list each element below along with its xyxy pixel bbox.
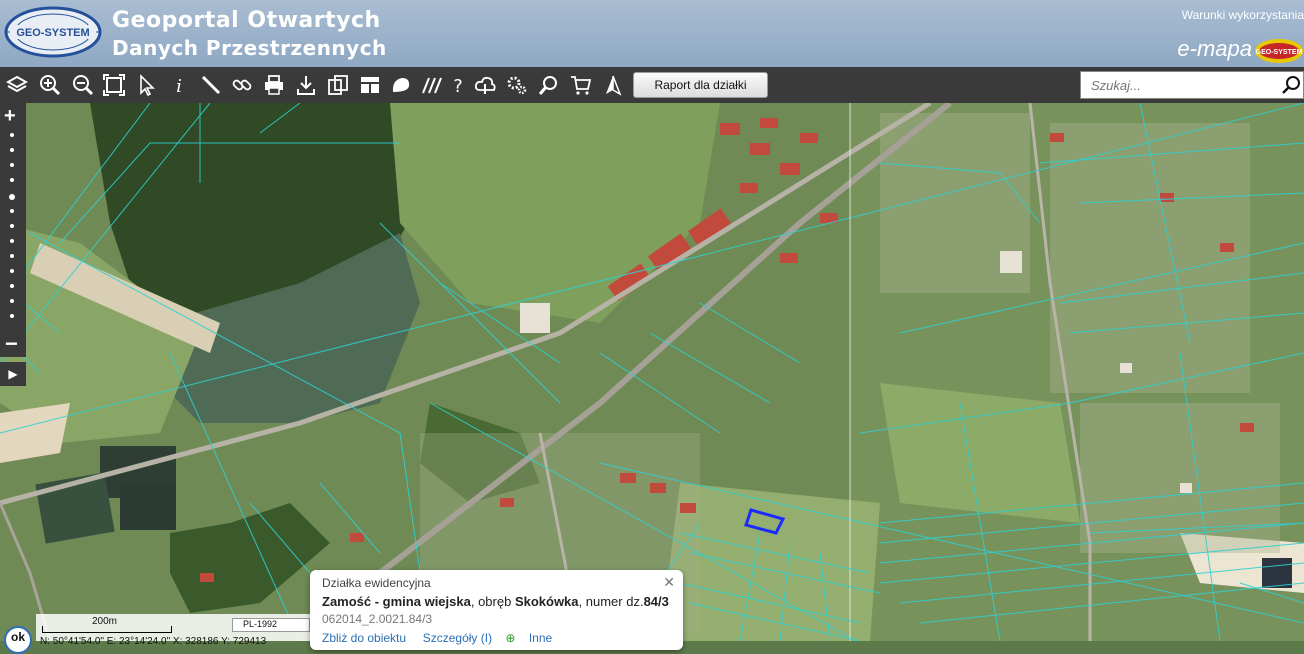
link-icon[interactable] — [229, 72, 255, 98]
parcel-id: 062014_2.0021.84/3 — [322, 612, 433, 626]
zoom-level-dot[interactable] — [10, 148, 14, 152]
settings-icon[interactable] — [504, 72, 530, 98]
svg-text:i: i — [176, 76, 182, 96]
measure-icon[interactable] — [198, 72, 224, 98]
zoom-level-dot[interactable] — [10, 133, 14, 137]
header: GEO-SYSTEM Geoportal Otwartych Danych Pr… — [0, 0, 1304, 67]
title-line-2: Danych Przestrzennych — [112, 36, 387, 60]
obreb-prefix: , obręb — [470, 594, 515, 609]
zoom-level-dot[interactable] — [10, 314, 14, 318]
coordinates-readout: N: 50°41'54.0" E: 23°14'24.0" X: 328186 … — [40, 636, 267, 647]
scale-box: 200m PL-1992 N: 50°41'54.0" E: 23°14'24.… — [36, 614, 316, 647]
zoom-plus-button[interactable]: + — [4, 105, 16, 128]
raport-button[interactable]: Raport dla działki — [633, 72, 768, 98]
emapa-logo: GEO-SYSTEM — [1255, 39, 1303, 63]
search-map-icon[interactable] — [536, 72, 562, 98]
cloud-icon[interactable] — [472, 72, 498, 98]
hatch-icon[interactable] — [419, 72, 445, 98]
zoom-minus-button[interactable]: − — [5, 331, 18, 357]
svg-text:?: ? — [453, 76, 463, 96]
zoom-level-dot[interactable] — [10, 224, 14, 228]
pointer-icon[interactable] — [134, 72, 160, 98]
export-icon[interactable] — [325, 72, 351, 98]
crs-select[interactable]: PL-1992 — [232, 618, 310, 632]
numer-prefix: , numer dz. — [578, 594, 644, 609]
map-canvas[interactable] — [0, 103, 1304, 641]
zoom-level-dot[interactable] — [10, 209, 14, 213]
zoom-out-icon[interactable] — [70, 72, 96, 98]
popup-links: Zbliż do obiektu Szczegóły (I) ⊕ Inne — [322, 631, 552, 645]
cart-icon[interactable] — [568, 72, 594, 98]
zoom-level-dot[interactable] — [10, 239, 14, 243]
layers-icon[interactable] — [4, 72, 30, 98]
ok-button[interactable]: ok — [4, 626, 32, 654]
zoom-level-dot[interactable] — [10, 284, 14, 288]
download-icon[interactable] — [293, 72, 319, 98]
compass-icon[interactable] — [600, 72, 626, 98]
map-view[interactable] — [0, 103, 1304, 641]
emapa-brand: e-mapa — [1177, 36, 1252, 61]
plus-circle-icon[interactable]: ⊕ — [505, 631, 515, 645]
help-icon[interactable]: ? — [445, 72, 471, 98]
terms-link[interactable]: Warunki wykorzystania — [1182, 8, 1304, 22]
zoom-level-dot[interactable] — [10, 178, 14, 182]
zoom-in-icon[interactable] — [37, 72, 63, 98]
print-icon[interactable] — [261, 72, 287, 98]
zoom-level-dot[interactable] — [10, 163, 14, 167]
expand-panel-button[interactable]: ▶ — [0, 362, 26, 386]
parcel-popup: Działka ewidencyjna ✕ Zamość - gmina wie… — [310, 570, 683, 650]
parcel-number: 84/3 — [643, 594, 669, 609]
zoom-level-dot[interactable] — [10, 254, 14, 258]
zoom-level-dot[interactable] — [10, 269, 14, 273]
layout-icon[interactable] — [357, 72, 383, 98]
parcel-description: Zamość - gmina wiejska, obręb Skokówka, … — [322, 594, 669, 609]
shape-icon[interactable] — [388, 72, 414, 98]
zoom-extent-icon[interactable] — [101, 72, 127, 98]
search-icon[interactable] — [1281, 75, 1301, 95]
other-link[interactable]: Inne — [529, 631, 552, 645]
toolbar: i ? Raport dla działki — [0, 67, 1304, 103]
search-box — [1080, 71, 1304, 99]
svg-text:GEO-SYSTEM: GEO-SYSTEM — [1256, 49, 1303, 56]
close-icon[interactable]: ✕ — [663, 574, 675, 591]
parcel-place: Zamość - gmina wiejska — [322, 594, 471, 609]
geo-system-logo[interactable]: GEO-SYSTEM — [4, 6, 102, 58]
search-input[interactable] — [1089, 72, 1273, 98]
parcel-obreb: Skokówka — [514, 594, 579, 609]
svg-text:GEO-SYSTEM: GEO-SYSTEM — [16, 27, 89, 39]
zoom-level-dot[interactable] — [10, 299, 14, 303]
scale-bar — [42, 626, 172, 633]
zoom-level-current[interactable] — [9, 194, 15, 200]
title-line-1: Geoportal Otwartych — [112, 8, 381, 33]
info-icon[interactable]: i — [166, 72, 192, 98]
popup-title: Działka ewidencyjna — [322, 576, 431, 590]
zoom-to-object-link[interactable]: Zbliż do obiektu — [322, 631, 406, 645]
zoom-bar: + − — [0, 103, 26, 357]
details-link[interactable]: Szczegóły (I) — [423, 631, 492, 645]
